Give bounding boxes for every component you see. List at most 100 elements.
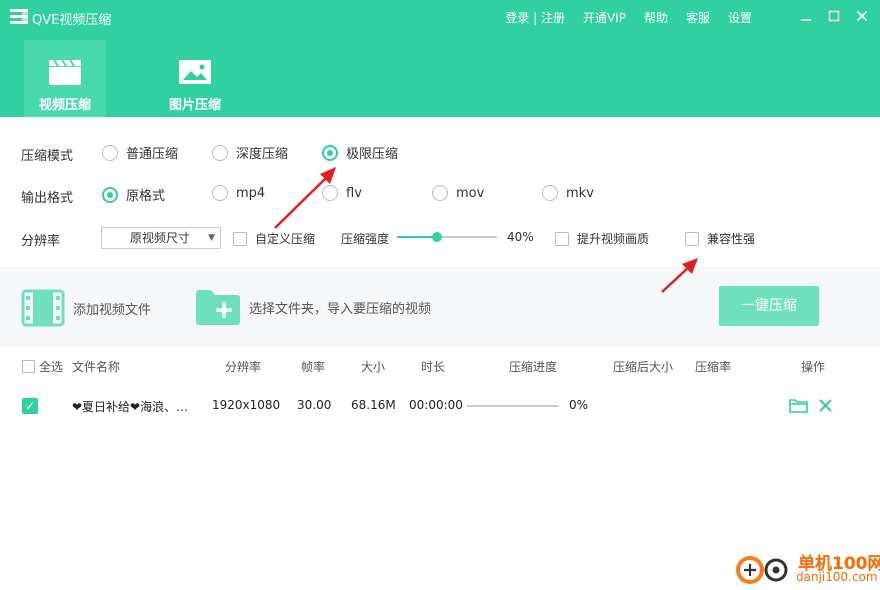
folder-add-icon: [196, 290, 240, 325]
chevron-down-icon: ▼: [208, 233, 215, 243]
help-link[interactable]: 帮助: [644, 9, 668, 26]
radio-format-mov[interactable]: mov: [432, 185, 484, 201]
compress-mode-label: 压缩模式: [21, 149, 74, 164]
compress-strength-slider[interactable]: [397, 232, 497, 242]
checkbox-box: [555, 231, 569, 246]
radio-circle: [212, 185, 228, 201]
settings-panel: 压缩模式 普通压缩 深度压缩 极限压缩 输出格式 原格式 mp4 flv mov…: [0, 117, 880, 267]
radio-circle: [542, 185, 558, 201]
tab-label: 图片压缩: [168, 98, 221, 113]
tab-video-compress[interactable]: 视频压缩: [24, 40, 106, 117]
col-header-fps: 帧率: [301, 360, 326, 374]
select-all-checkbox[interactable]: 全选: [22, 358, 63, 375]
radio-label: mov: [456, 185, 485, 201]
open-folder-icon[interactable]: [789, 397, 808, 414]
radio-label: 普通压缩: [126, 147, 179, 162]
minimize-icon: [801, 19, 811, 21]
resolution-select[interactable]: 原视频尺寸 ▼: [101, 227, 221, 249]
app-title: QVE视频压缩: [32, 13, 112, 28]
slider-fill: [397, 236, 437, 238]
checkbox-label: 兼容性强: [707, 232, 756, 246]
minimize-button[interactable]: [796, 8, 816, 28]
col-header-actions: 操作: [801, 360, 826, 374]
film-icon: [21, 289, 65, 327]
image-icon: [179, 60, 211, 84]
vip-link[interactable]: 开通VIP: [583, 9, 626, 26]
checkbox-box: [22, 360, 35, 373]
checkbox-box: [685, 231, 699, 246]
clapperboard-icon: [49, 59, 81, 85]
add-video-file-button[interactable]: 添加视频文件: [21, 288, 151, 328]
radio-circle: [212, 144, 228, 161]
radio-extreme-compress[interactable]: 极限压缩: [322, 143, 398, 162]
tab-image-compress[interactable]: 图片压缩: [154, 40, 236, 117]
radio-format-flv[interactable]: flv: [322, 185, 362, 201]
col-header-after-size: 压缩后大小: [613, 360, 674, 374]
radio-label: 原格式: [126, 189, 166, 204]
select-all-label: 全选: [39, 360, 64, 374]
checkbox-label: 自定义压缩: [255, 232, 316, 246]
compatibility-checkbox[interactable]: 兼容性强: [685, 230, 755, 247]
radio-normal-compress[interactable]: 普通压缩: [102, 143, 178, 162]
row-size: 68.16M: [351, 398, 396, 412]
radio-deep-compress[interactable]: 深度压缩: [212, 143, 288, 162]
row-checkbox-checked[interactable]: ✓: [22, 398, 38, 414]
table-row[interactable]: ✓ ❤夏日补给❤海浪、… 1920x1080 30.00 68.16M 00:0…: [0, 390, 880, 422]
col-header-name: 文件名称: [72, 360, 121, 374]
radio-format-mkv[interactable]: mkv: [542, 185, 594, 201]
one-click-compress-button[interactable]: 一键压缩: [719, 286, 819, 326]
col-header-ratio: 压缩率: [695, 360, 732, 374]
row-resolution: 1920x1080: [212, 398, 281, 412]
checkbox-box: [233, 231, 247, 246]
watermark: 单机100网 danji100.com: [732, 548, 880, 588]
radio-label: mp4: [236, 185, 266, 201]
compress-strength-label: 压缩强度: [341, 232, 390, 246]
col-header-progress: 压缩进度: [509, 360, 558, 374]
radio-format-mp4[interactable]: mp4: [212, 185, 265, 201]
table-header: 全选 文件名称 分辨率 帧率 大小 时长 压缩进度 压缩后大小 压缩率 操作: [0, 347, 880, 385]
watermark-url: danji100.com: [796, 570, 878, 584]
col-header-resolution: 分辨率: [225, 360, 262, 374]
radio-label: flv: [346, 185, 362, 201]
login-link[interactable]: 登录: [505, 11, 529, 25]
close-icon: [856, 10, 868, 22]
row-progress-text: 0%: [569, 398, 589, 412]
radio-circle-selected: [102, 186, 118, 203]
checkbox-label: 提升视频画质: [577, 232, 650, 246]
slider-thumb[interactable]: [432, 232, 442, 242]
radio-format-original[interactable]: 原格式: [102, 185, 165, 204]
resolution-label: 分辨率: [21, 234, 61, 249]
row-fps: 30.00: [297, 398, 332, 412]
app-logo-icon: [10, 9, 28, 24]
radio-circle-selected: [322, 144, 338, 161]
radio-circle: [322, 185, 338, 201]
maximize-icon: [828, 10, 840, 22]
close-button[interactable]: [852, 8, 872, 28]
radio-label: 深度压缩: [236, 147, 289, 162]
radio-circle: [102, 144, 118, 161]
enhance-quality-checkbox[interactable]: 提升视频画质: [555, 230, 649, 247]
service-link[interactable]: 客服: [686, 9, 710, 26]
col-header-size: 大小: [361, 360, 386, 374]
row-progress-bar: [467, 405, 559, 407]
output-format-label: 输出格式: [21, 191, 74, 206]
add-video-file-label: 添加视频文件: [73, 302, 152, 318]
settings-link[interactable]: 设置: [728, 9, 752, 26]
radio-label: mkv: [566, 185, 594, 201]
maximize-button[interactable]: [824, 8, 844, 28]
row-duration: 00:00:00: [409, 398, 463, 412]
col-header-duration: 时长: [421, 360, 446, 374]
custom-compress-checkbox[interactable]: 自定义压缩: [233, 230, 315, 247]
resolution-value: 原视频尺寸: [130, 231, 191, 245]
radio-label: 极限压缩: [346, 147, 399, 162]
login-separator: |: [529, 11, 541, 25]
register-link[interactable]: 注册: [541, 11, 565, 25]
radio-circle: [432, 185, 448, 201]
toolbar: 添加视频文件 选择文件夹，导入要压缩的视频 一键压缩: [0, 267, 880, 347]
compress-strength-value: 40%: [507, 230, 534, 244]
title-bar: QVE视频压缩 登录 | 注册 开通VIP 帮助 客服 设置: [0, 0, 880, 36]
delete-icon[interactable]: [818, 398, 833, 413]
header: QVE视频压缩 登录 | 注册 开通VIP 帮助 客服 设置 视频压缩 图片压缩: [0, 0, 880, 117]
top-menu: 登录 | 注册 开通VIP 帮助 客服 设置: [487, 9, 752, 26]
add-folder-button[interactable]: 选择文件夹，导入要压缩的视频: [195, 288, 431, 326]
